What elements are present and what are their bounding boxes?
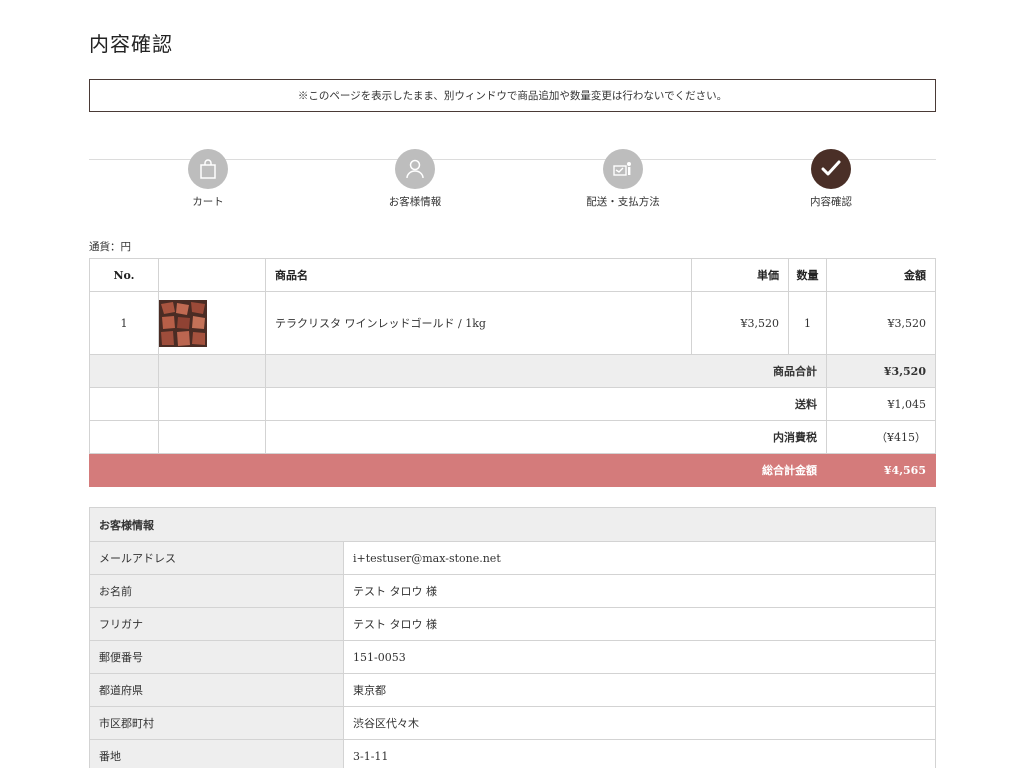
step-label-customer-info: お客様情報 xyxy=(388,196,442,208)
customer-label-city: 市区郡町村 xyxy=(89,706,344,740)
customer-label-furigana: フリガナ xyxy=(89,607,344,641)
col-no: No. xyxy=(89,258,159,292)
check-icon xyxy=(811,149,851,189)
page-title: 内容確認 xyxy=(89,32,173,56)
tax-row: 内消費税 （¥415） xyxy=(89,420,936,454)
tax-blank-1 xyxy=(89,420,159,454)
table-row: お名前 テスト タロウ 様 xyxy=(89,574,936,608)
shipping-label: 送料 xyxy=(265,387,827,421)
subtotal-label: 商品合計 xyxy=(265,354,827,388)
customer-label-address: 番地 xyxy=(89,739,344,768)
table-row: 番地 3-1-11 xyxy=(89,739,936,768)
total-value: ¥4,565 xyxy=(826,453,936,487)
step-label-cart: カート xyxy=(192,196,224,208)
order-header-row: No. 商品名 単価 数量 金額 xyxy=(89,258,936,292)
subtotal-row: 商品合計 ¥3,520 xyxy=(89,354,936,388)
delivery-payment-icon xyxy=(603,149,643,189)
shipping-row: 送料 ¥1,045 xyxy=(89,387,936,421)
customer-label-email: メールアドレス xyxy=(89,541,344,575)
currency-label: 通貨：円 xyxy=(89,241,131,253)
table-row: メールアドレス i+testuser@max-stone.net xyxy=(89,541,936,575)
step-delivery-payment: 配送・支払方法 xyxy=(543,149,703,209)
step-label-confirm: 内容確認 xyxy=(810,196,852,208)
product-thumbnail[interactable] xyxy=(159,299,207,347)
col-name: 商品名 xyxy=(265,258,692,292)
col-price: 単価 xyxy=(691,258,789,292)
table-row: 都道府県 東京都 xyxy=(89,673,936,707)
table-row: 市区郡町村 渋谷区代々木 xyxy=(89,706,936,740)
shopping-bag-icon xyxy=(188,149,228,189)
tax-blank-2 xyxy=(158,420,266,454)
total-blank-2 xyxy=(158,453,266,487)
customer-info-heading-row: お客様情報 xyxy=(89,507,936,542)
customer-value-city: 渋谷区代々木 xyxy=(343,706,936,740)
customer-label-prefecture: 都道府県 xyxy=(89,673,344,707)
subtotal-value: ¥3,520 xyxy=(826,354,936,388)
order-table: No. 商品名 単価 数量 金額 1 テラクリスタ ワインレッドゴールド / 1… xyxy=(89,258,936,487)
customer-value-furigana: テスト タロウ 様 xyxy=(343,607,936,641)
tax-value: （¥415） xyxy=(826,420,936,454)
item-name: テラクリスタ ワインレッドゴールド / 1kg xyxy=(265,291,692,355)
step-confirm: 内容確認 xyxy=(751,149,911,209)
user-icon xyxy=(395,149,435,189)
step-cart: カート xyxy=(128,149,288,209)
total-label: 総合計金額 xyxy=(265,453,827,487)
table-row: 郵便番号 151-0053 xyxy=(89,640,936,674)
item-amount: ¥3,520 xyxy=(826,291,936,355)
customer-label-postal: 郵便番号 xyxy=(89,640,344,674)
table-row: 1 テラクリスタ ワインレッドゴールド / 1kg ¥3,520 1 ¥3,52… xyxy=(89,291,936,355)
customer-value-name: テスト タロウ 様 xyxy=(343,574,936,608)
item-price: ¥3,520 xyxy=(691,291,789,355)
item-image-cell xyxy=(158,291,266,355)
step-customer-info: お客様情報 xyxy=(335,149,495,209)
shipping-blank-2 xyxy=(158,387,266,421)
shipping-value: ¥1,045 xyxy=(826,387,936,421)
item-no: 1 xyxy=(89,291,159,355)
notice-text: ※このページを表示したまま、別ウィンドウで商品追加や数量変更は行わないでください… xyxy=(297,90,728,102)
col-image xyxy=(158,258,266,292)
customer-value-email: i+testuser@max-stone.net xyxy=(343,541,936,575)
customer-label-name: お名前 xyxy=(89,574,344,608)
subtotal-blank-1 xyxy=(89,354,159,388)
tax-label: 内消費税 xyxy=(265,420,827,454)
customer-info-table: お客様情報 メールアドレス i+testuser@max-stone.net お… xyxy=(89,507,936,768)
col-qty: 数量 xyxy=(788,258,827,292)
customer-value-prefecture: 東京都 xyxy=(343,673,936,707)
col-amount: 金額 xyxy=(826,258,936,292)
total-row: 総合計金額 ¥4,565 xyxy=(89,453,936,487)
notice-banner: ※このページを表示したまま、別ウィンドウで商品追加や数量変更は行わないでください… xyxy=(89,79,936,112)
customer-value-address: 3-1-11 xyxy=(343,739,936,768)
shipping-blank-1 xyxy=(89,387,159,421)
customer-info-heading: お客様情報 xyxy=(89,507,936,542)
total-blank-1 xyxy=(89,453,159,487)
subtotal-blank-2 xyxy=(158,354,266,388)
customer-value-postal: 151-0053 xyxy=(343,640,936,674)
step-label-delivery-payment: 配送・支払方法 xyxy=(586,196,660,208)
item-qty: 1 xyxy=(788,291,827,355)
table-row: フリガナ テスト タロウ 様 xyxy=(89,607,936,641)
